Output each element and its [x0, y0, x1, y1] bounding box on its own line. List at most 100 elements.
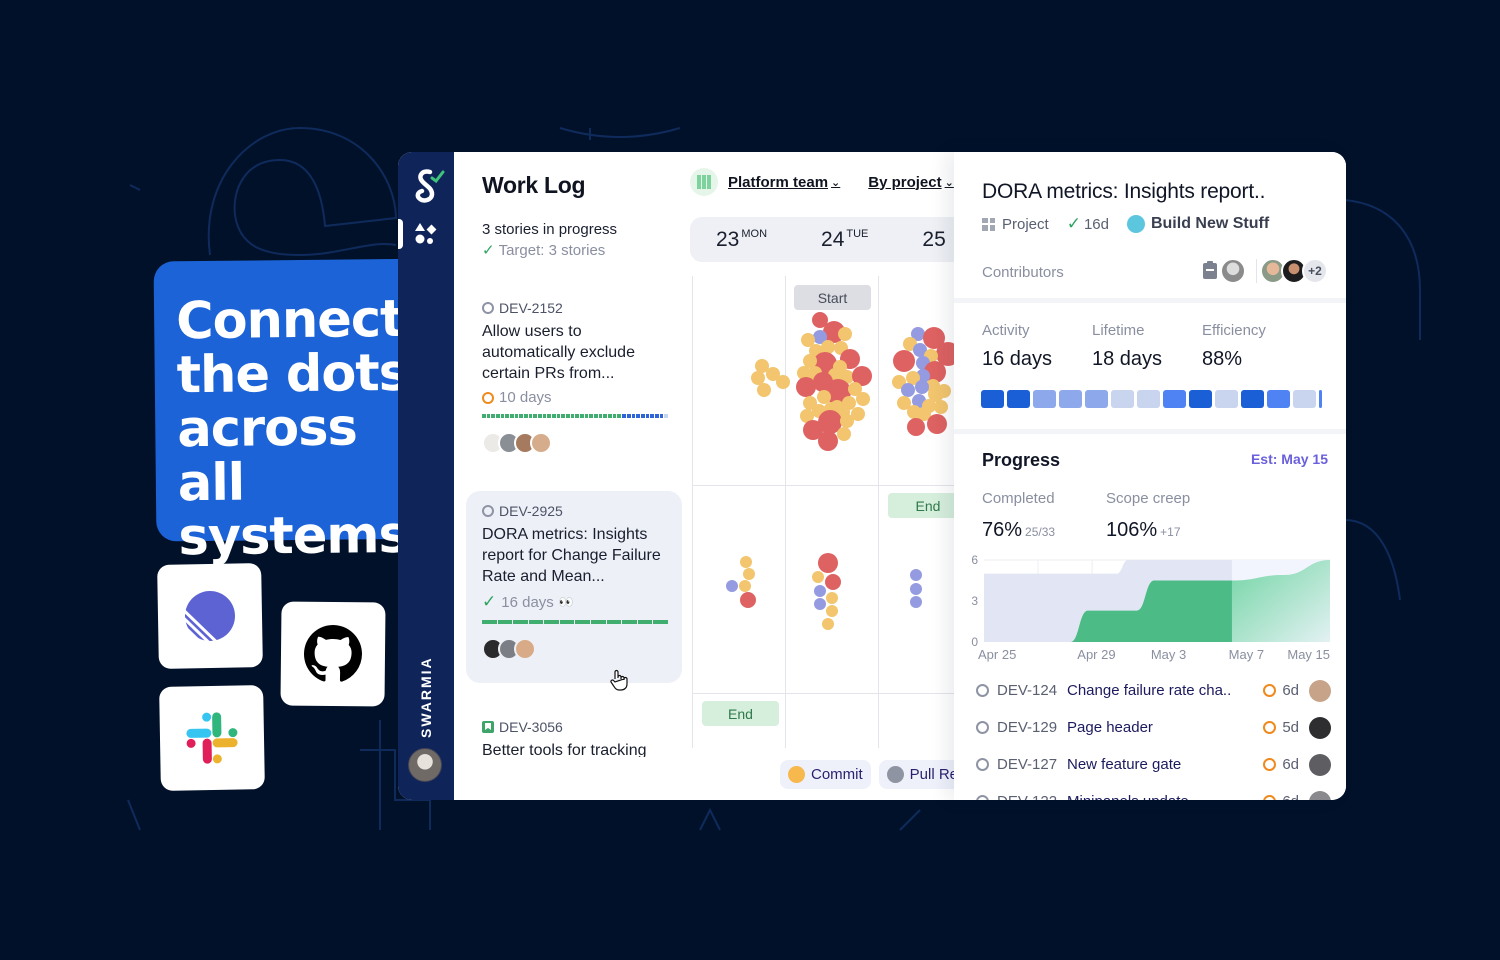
status-open-icon: [482, 302, 494, 314]
progress-segment: [626, 414, 631, 418]
commit-dot[interactable]: [856, 392, 870, 406]
y-tick-label: 3: [971, 594, 978, 608]
progress-segment: [575, 414, 580, 418]
sidebar-rail: SWARMIA: [398, 152, 454, 800]
commit-dot[interactable]: [757, 383, 771, 397]
assignee-avatar[interactable]: [1309, 753, 1331, 776]
user-avatar[interactable]: [408, 748, 442, 782]
issue-title[interactable]: New feature gate: [1067, 756, 1247, 773]
issue-title[interactable]: Minipanels update: [1067, 793, 1247, 800]
swarmia-logo-icon[interactable]: [412, 166, 446, 204]
progress-segment: [654, 414, 659, 418]
pull-request-dot[interactable]: [825, 574, 841, 590]
active-indicator: [398, 219, 403, 249]
progress-segment: [631, 414, 636, 418]
review-dot[interactable]: [910, 583, 922, 595]
progress-segment: [650, 414, 654, 418]
commit-dot[interactable]: [837, 427, 851, 441]
story-card-selected[interactable]: DEV-2925 DORA metrics: Insights report f…: [466, 491, 682, 691]
story-key: DEV-2925: [499, 503, 563, 519]
issue-title[interactable]: Page header: [1067, 719, 1247, 736]
review-dot[interactable]: [901, 383, 915, 397]
commit-dot[interactable]: [740, 556, 752, 568]
commit-dot[interactable]: [822, 618, 834, 630]
progress-segment: [519, 414, 524, 418]
review-dot[interactable]: [814, 598, 826, 610]
day-header: 23 MON 24 TUE 25: [690, 217, 990, 262]
progress-segment: [559, 620, 575, 624]
progress-segment: [664, 414, 668, 418]
assignee-avatar[interactable]: [1309, 716, 1331, 739]
commit-dot[interactable]: [812, 571, 824, 583]
review-dot[interactable]: [814, 585, 826, 597]
issue-title[interactable]: Change failure rate cha..: [1067, 682, 1247, 699]
commit-dot[interactable]: [826, 605, 838, 617]
grid-line: [878, 276, 879, 748]
progress-segment: [608, 414, 612, 418]
pull-request-dot[interactable]: [740, 592, 756, 608]
slack-tile: [159, 685, 265, 791]
review-dot[interactable]: [910, 569, 922, 581]
pull-request-dot[interactable]: [818, 553, 838, 573]
commit-dot[interactable]: [743, 568, 755, 580]
brand-wordmark: SWARMIA: [418, 656, 434, 738]
progress-segment: [542, 414, 547, 418]
commit-dot[interactable]: [739, 580, 751, 592]
status-open-icon: [976, 758, 989, 771]
in-progress-icon: [1263, 795, 1277, 800]
more-contributors-badge[interactable]: +2: [1302, 258, 1328, 284]
issue-list: DEV-124 Change failure rate cha.. 6d DEV-12…: [976, 672, 1331, 800]
avatar[interactable]: [1220, 258, 1246, 284]
story-card[interactable]: DEV-2152 Allow users to automatically ex…: [466, 288, 682, 466]
review-dot[interactable]: [915, 380, 929, 394]
progress-segment: [594, 414, 598, 418]
pull-request-dot[interactable]: [893, 350, 915, 372]
issue-age: 6d: [1282, 682, 1299, 699]
shapes-nav-icon[interactable]: [414, 222, 438, 246]
assignee-avatar[interactable]: [1309, 679, 1331, 702]
progress-segment: [505, 414, 510, 418]
assignee-avatar[interactable]: [1309, 790, 1331, 800]
pull-request-dot[interactable]: [907, 418, 925, 436]
project-link[interactable]: Build New Stuff: [1151, 215, 1269, 233]
grouping-dropdown[interactable]: By project ⌄: [868, 174, 954, 191]
issue-row[interactable]: DEV-129 Page header 5d: [976, 709, 1331, 746]
issue-row[interactable]: DEV-124 Change failure rate cha.. 6d: [976, 672, 1331, 709]
pull-request-dot[interactable]: [927, 414, 947, 434]
review-dot[interactable]: [726, 580, 738, 592]
progress-segment: [486, 414, 491, 418]
issue-row[interactable]: DEV-122Minipanels update 6d: [976, 783, 1331, 800]
progress-segment: [514, 414, 519, 418]
story-title: Allow users to automatically exclude cer…: [482, 323, 635, 382]
story-card[interactable]: DEV-3056 Better tools for tracking: [466, 707, 682, 769]
commit-dot[interactable]: [826, 592, 838, 604]
progress-segment: [513, 620, 528, 624]
day-24[interactable]: 24 TUE: [821, 228, 868, 252]
issue-row[interactable]: DEV-127 New feature gate 6d: [976, 746, 1331, 783]
commit-dot[interactable]: [838, 327, 852, 341]
day-25[interactable]: 25: [922, 228, 945, 252]
legend-commit[interactable]: Commit: [780, 760, 871, 789]
progress-segment: [580, 414, 584, 418]
commit-dot[interactable]: [934, 400, 948, 414]
review-dot[interactable]: [910, 596, 922, 608]
progress-segment: [612, 414, 617, 418]
pull-request-dot[interactable]: [818, 431, 838, 451]
day-23[interactable]: 23 MON: [716, 228, 767, 252]
linear-tile: [157, 563, 263, 669]
team-dropdown[interactable]: Platform team ⌄: [728, 174, 840, 191]
x-tick-label: May 3: [1151, 647, 1186, 662]
progress-segment: [575, 620, 591, 624]
progress-segment: [637, 620, 653, 624]
status-open-icon: [976, 684, 989, 697]
commit-dot[interactable]: [776, 375, 790, 389]
commit-dot[interactable]: [840, 414, 854, 428]
hero-headline: Connect the dots across all systems: [175, 289, 409, 568]
end-marker: End: [702, 701, 779, 726]
activity-cell: [981, 390, 1004, 408]
activity-cell: [1163, 390, 1186, 408]
github-logo-icon: [304, 625, 362, 682]
grid-line: [692, 276, 693, 748]
activity-cell: [1007, 390, 1030, 408]
slack-logo-icon: [186, 712, 238, 764]
